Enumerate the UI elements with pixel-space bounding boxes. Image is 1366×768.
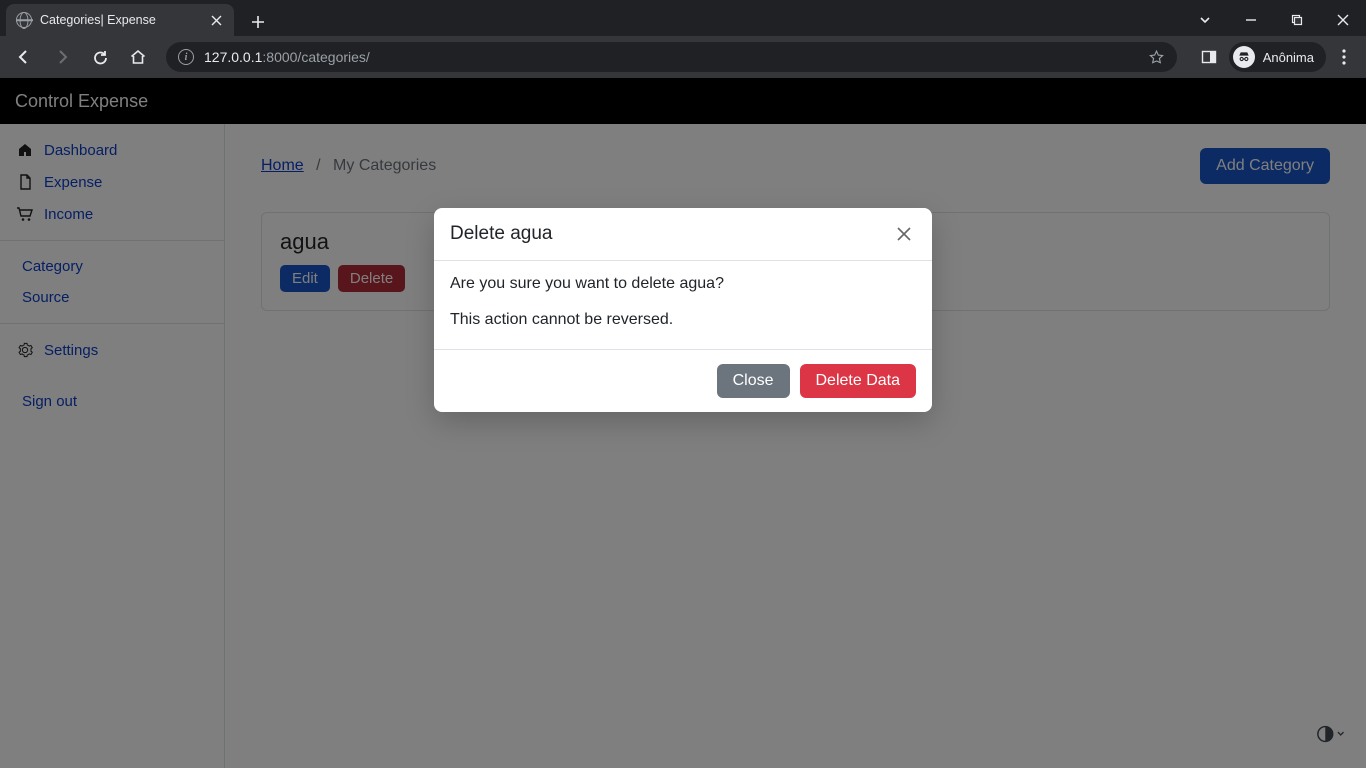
browser-menu-button[interactable] [1330, 41, 1358, 73]
app-viewport: Control Expense Dashboard Expense Income [0, 78, 1366, 768]
nav-back-button[interactable] [8, 41, 40, 73]
window-close-button[interactable] [1320, 4, 1366, 36]
modal-header: Delete agua [434, 208, 932, 261]
tab-search-button[interactable] [1182, 4, 1228, 36]
browser-tab[interactable]: Categories| Expense [6, 4, 234, 36]
tab-title: Categories| Expense [40, 13, 200, 27]
panel-toggle-icon[interactable] [1193, 41, 1225, 73]
modal-message-2: This action cannot be reversed. [450, 311, 916, 329]
modal-close-icon[interactable] [892, 222, 916, 246]
browser-chrome: Categories| Expense i 127.0.0.1:8000/cat… [0, 0, 1366, 78]
globe-icon [16, 12, 32, 28]
modal-title: Delete agua [450, 223, 552, 245]
tab-close-button[interactable] [208, 12, 224, 28]
delete-modal: Delete agua Are you sure you want to del… [434, 208, 932, 412]
modal-body: Are you sure you want to delete agua? Th… [434, 261, 932, 349]
theme-toggle-button[interactable] [1316, 720, 1344, 748]
bookmark-star-icon[interactable] [1148, 49, 1165, 66]
url-host: 127.0.0.1 [204, 49, 262, 65]
modal-footer: Close Delete Data [434, 349, 932, 412]
nav-forward-button[interactable] [46, 41, 78, 73]
incognito-pill[interactable]: Anônima [1229, 42, 1326, 72]
new-tab-button[interactable] [244, 8, 272, 36]
window-controls [1182, 4, 1366, 36]
incognito-icon [1233, 46, 1255, 68]
nav-reload-button[interactable] [84, 41, 116, 73]
url-path: :8000/categories/ [262, 49, 369, 65]
modal-backdrop[interactable] [0, 78, 1366, 768]
toolbar-right: Anônima [1193, 41, 1358, 73]
nav-home-button[interactable] [122, 41, 154, 73]
tab-strip: Categories| Expense [0, 0, 1366, 36]
profile-label: Anônima [1263, 50, 1314, 65]
caret-down-icon [1337, 730, 1344, 738]
modal-close-button[interactable]: Close [717, 364, 790, 398]
modal-message-1: Are you sure you want to delete agua? [450, 275, 916, 293]
site-info-icon[interactable]: i [178, 49, 194, 65]
window-minimize-button[interactable] [1228, 4, 1274, 36]
window-maximize-button[interactable] [1274, 4, 1320, 36]
address-bar[interactable]: i 127.0.0.1:8000/categories/ [166, 42, 1177, 72]
url-text: 127.0.0.1:8000/categories/ [204, 49, 370, 65]
browser-toolbar: i 127.0.0.1:8000/categories/ Anônima [0, 36, 1366, 78]
modal-confirm-button[interactable]: Delete Data [800, 364, 917, 398]
